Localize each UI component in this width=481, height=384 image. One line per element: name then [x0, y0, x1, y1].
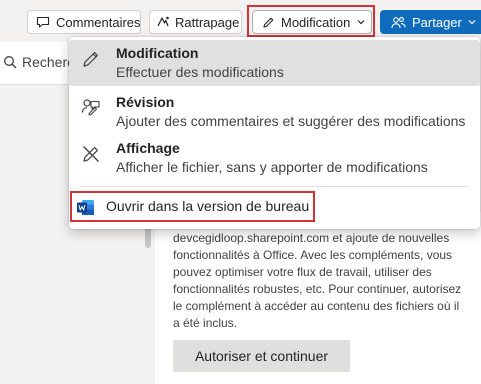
open-desktop-label: Ouvrir dans la version de bureau [106, 198, 310, 214]
menu-item-affichage[interactable]: Affichage Afficher le fichier, sans y ap… [69, 140, 480, 184]
comments-button[interactable]: Commentaires [27, 10, 141, 34]
people-icon [391, 16, 406, 28]
catchup-icon [157, 16, 169, 27]
word-icon [77, 199, 95, 221]
edit-mode-dropdown: Modification Effectuer des modifications… [69, 37, 480, 229]
pencil-icon [81, 49, 101, 74]
toolbar: Commentaires Rattrapage Modification Par… [0, 0, 481, 42]
menu-item-description: Effectuer des modifications [116, 64, 284, 80]
allow-continue-button[interactable]: Autoriser et continuer [173, 340, 350, 372]
menu-item-description: Afficher le fichier, sans y apporter de … [116, 159, 428, 175]
menu-item-revision[interactable]: Révision Ajouter des commentaires et sug… [69, 93, 480, 137]
catchup-button[interactable]: Rattrapage [149, 10, 242, 34]
menu-item-title: Affichage [116, 140, 180, 156]
edit-mode-highlight [247, 5, 375, 37]
search-input[interactable]: Recherc [22, 54, 74, 70]
chevron-down-icon [468, 20, 476, 25]
consent-text: devcegidloop.sharepoint.com et ajoute de… [173, 231, 462, 330]
review-icon [81, 97, 101, 122]
share-button[interactable]: Partager [380, 10, 481, 34]
comment-icon [36, 16, 50, 28]
share-label: Partager [412, 14, 462, 30]
menu-item-title: Révision [116, 94, 175, 110]
search-panel: Recherc [0, 42, 74, 85]
menu-item-title: Modification [116, 45, 199, 61]
open-desktop-button[interactable]: Ouvrir dans la version de bureau [70, 191, 315, 222]
comments-label: Commentaires [56, 14, 141, 30]
search-icon [3, 55, 17, 74]
menu-item-modification[interactable]: Modification Effectuer des modifications [69, 40, 480, 86]
catchup-label: Rattrapage [175, 14, 240, 30]
menu-divider [79, 186, 469, 187]
addin-consent-panel: devcegidloop.sharepoint.com et ajoute de… [155, 212, 481, 384]
no-edit-icon [81, 144, 101, 169]
menu-item-description: Ajouter des commentaires et suggérer des… [116, 113, 466, 129]
